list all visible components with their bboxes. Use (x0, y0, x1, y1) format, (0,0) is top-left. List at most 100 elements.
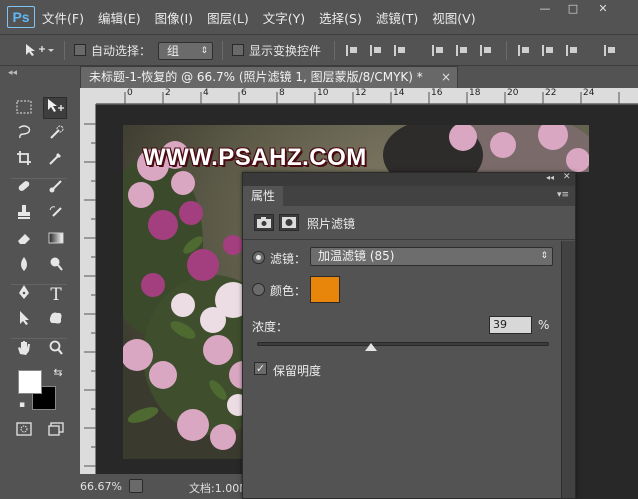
right-workspace-area (576, 172, 638, 499)
gradient-tool-icon[interactable] (44, 230, 68, 252)
swap-colors-icon[interactable]: ⇆ (46, 362, 70, 384)
filter-dropdown[interactable]: 加温滤镜 (85) ⇕ (310, 247, 553, 266)
menu-view[interactable]: 视图(V) (432, 8, 475, 27)
panel-collapse-icon[interactable]: ◂◂ (546, 173, 554, 182)
panel-menu-icon[interactable]: ▾≡ (557, 190, 569, 200)
align-right-icon[interactable] (480, 45, 492, 56)
color-radio[interactable] (252, 283, 265, 296)
panel-close-icon[interactable]: ✕ (563, 172, 571, 182)
auto-select-dropdown[interactable]: 组 ⇕ (158, 42, 213, 60)
screen-mode-icon[interactable] (44, 420, 68, 442)
ruler-label: 14 (393, 88, 405, 98)
menu-edit[interactable]: 编辑(E) (98, 8, 141, 27)
ruler-corner (80, 88, 96, 104)
menu-items: 文件(F) 编辑(E) 图像(I) 图层(L) 文字(Y) 选择(S) 滤镜(T… (42, 0, 490, 34)
ruler-label: 12 (355, 88, 367, 98)
path-selection-tool-icon[interactable] (12, 310, 36, 332)
filter-label: 滤镜： (270, 252, 307, 266)
options-separator (334, 41, 335, 60)
align-top-icon[interactable] (346, 45, 358, 56)
blur-tool-icon[interactable] (12, 256, 36, 278)
brush-tool-icon[interactable] (44, 178, 68, 200)
default-colors-icon[interactable]: ▪ (10, 394, 34, 416)
filter-value: 加温滤镜 (85) (318, 249, 395, 263)
menu-file[interactable]: 文件(F) (42, 8, 84, 27)
auto-select-checkbox[interactable] (74, 44, 86, 56)
properties-panel: ◂◂ ✕ 属性 ▾≡ 照片滤镜 滤镜： 加温滤镜 (85) ⇕ 颜色： 浓度： … (242, 172, 576, 499)
foreground-color-swatch[interactable] (18, 370, 42, 394)
restore-button[interactable]: □ (560, 2, 586, 16)
density-input[interactable]: 39 (489, 316, 532, 334)
color-label: 颜色： (270, 284, 307, 298)
density-unit: % (538, 318, 550, 332)
panel-scrollbar[interactable] (561, 241, 575, 498)
hand-tool-icon[interactable] (12, 340, 36, 362)
menu-select[interactable]: 选择(S) (319, 8, 362, 27)
clone-stamp-tool-icon[interactable] (12, 204, 36, 226)
density-slider-track[interactable] (257, 342, 549, 346)
eraser-tool-icon[interactable] (12, 230, 36, 252)
align-bottom-icon[interactable] (394, 45, 406, 56)
healing-brush-tool-icon[interactable] (12, 178, 36, 200)
preserve-luminosity-checkbox[interactable]: ✓ (254, 362, 267, 375)
distribute-top-icon[interactable] (518, 45, 530, 56)
menu-image[interactable]: 图像(I) (155, 8, 193, 27)
distribute-bottom-icon[interactable] (566, 45, 578, 56)
ruler-label: 8 (279, 88, 285, 98)
quick-mask-icon[interactable] (12, 420, 36, 442)
close-window-button[interactable]: ✕ (590, 2, 616, 16)
document-close-button[interactable]: × (441, 67, 451, 88)
move-tool-preset-icon[interactable] (24, 35, 54, 65)
distribute-left-icon[interactable] (604, 45, 616, 56)
lasso-tool-icon[interactable] (12, 124, 36, 146)
ruler-label: 2 (165, 88, 171, 98)
menu-filter[interactable]: 滤镜(T) (376, 8, 418, 27)
custom-shape-tool-icon[interactable] (44, 310, 68, 332)
document-tab[interactable]: 未标题-1-恢复的 @ 66.7% (照片滤镜 1, 图层蒙版/8/CMYK) … (80, 66, 458, 88)
show-transform-option[interactable]: 显示变换控件 (232, 35, 321, 65)
options-separator (64, 41, 65, 60)
ruler-label: 18 (469, 88, 481, 98)
align-vcenter-icon[interactable] (370, 45, 382, 56)
density-slider-thumb[interactable] (364, 343, 377, 351)
quick-select-tool-icon[interactable] (44, 124, 68, 146)
ruler-label: 16 (431, 88, 443, 98)
status-bar: 66.67% 文档:1.00M (80, 474, 255, 499)
menu-layer[interactable]: 图层(L) (207, 8, 249, 27)
ruler-label: 20 (507, 88, 519, 98)
tools-separator (11, 338, 67, 339)
ruler-label: 6 (241, 88, 247, 98)
ruler-label: 24 (583, 88, 595, 98)
align-hcenter-icon[interactable] (456, 45, 468, 56)
color-swatch[interactable] (310, 276, 340, 303)
history-brush-tool-icon[interactable] (44, 204, 68, 226)
tab-properties[interactable]: 属性 (243, 186, 283, 206)
menu-type[interactable]: 文字(Y) (263, 8, 305, 27)
type-tool-icon[interactable]: T (44, 284, 68, 306)
show-transform-checkbox[interactable] (232, 44, 244, 56)
distribute-vcenter-icon[interactable] (542, 45, 554, 56)
marquee-tool-icon[interactable] (12, 98, 36, 120)
align-left-icon[interactable] (432, 45, 444, 56)
status-info-icon[interactable] (129, 479, 143, 493)
adjustment-camera-icon[interactable] (254, 214, 274, 231)
auto-select-label: 自动选择： (91, 43, 152, 58)
move-tool-icon[interactable] (43, 97, 67, 119)
tools-collapse-icon[interactable]: ◂◂ (8, 68, 17, 78)
ruler-label: 22 (545, 88, 557, 98)
eyedropper-tool-icon[interactable] (44, 150, 68, 172)
zoom-level[interactable]: 66.67% (80, 480, 122, 493)
crop-tool-icon[interactable] (12, 150, 36, 172)
auto-select-option[interactable]: 自动选择： (74, 35, 151, 65)
panel-title: 照片滤镜 (307, 217, 356, 231)
minimize-button[interactable]: — (532, 2, 558, 16)
options-separator (506, 41, 507, 60)
zoom-tool-icon[interactable] (44, 340, 68, 362)
horizontal-ruler: 0 2 4 6 8 10 12 14 16 18 20 22 24 (96, 88, 638, 104)
dodge-tool-icon[interactable] (44, 256, 68, 278)
filter-radio[interactable] (252, 251, 265, 264)
updown-icon: ⇕ (200, 46, 208, 56)
pen-tool-icon[interactable] (12, 284, 36, 306)
options-bar: 自动选择： 组 ⇕ 显示变换控件 (0, 34, 638, 66)
layer-mask-icon[interactable] (279, 214, 299, 231)
